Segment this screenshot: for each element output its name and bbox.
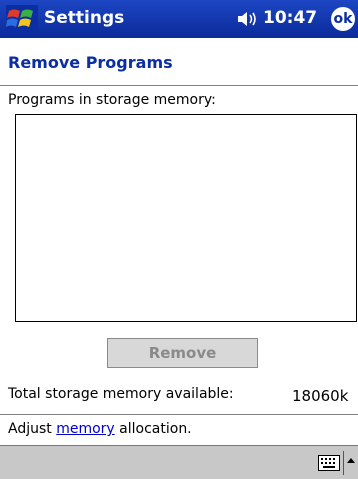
- memory-link[interactable]: memory: [56, 421, 115, 437]
- menu-bar: [0, 445, 358, 479]
- program-list[interactable]: [15, 114, 357, 322]
- windows-flag-icon[interactable]: [6, 5, 38, 33]
- clock[interactable]: 10:47: [263, 8, 317, 28]
- page-title: Remove Programs: [8, 53, 173, 72]
- app-title: Settings: [44, 8, 125, 28]
- adjust-memory-text: Adjust memory allocation.: [8, 421, 192, 437]
- input-divider: [343, 451, 344, 475]
- chevron-up-icon[interactable]: [347, 458, 355, 463]
- keyboard-icon[interactable]: [318, 455, 340, 471]
- programs-label: Programs in storage memory:: [8, 92, 216, 108]
- page-header: Remove Programs: [0, 38, 358, 86]
- adjust-prefix: Adjust: [8, 421, 57, 437]
- ok-button[interactable]: ok: [331, 7, 355, 31]
- storage-memory-label: Total storage memory available:: [8, 386, 234, 402]
- adjust-suffix: allocation.: [114, 421, 192, 437]
- storage-memory-value: 18060k: [292, 387, 349, 405]
- remove-button[interactable]: Remove: [107, 338, 258, 368]
- speaker-icon[interactable]: [237, 11, 259, 27]
- adjust-memory-bar: Adjust memory allocation.: [0, 414, 358, 445]
- title-bar: Settings 10:47 ok: [0, 0, 358, 38]
